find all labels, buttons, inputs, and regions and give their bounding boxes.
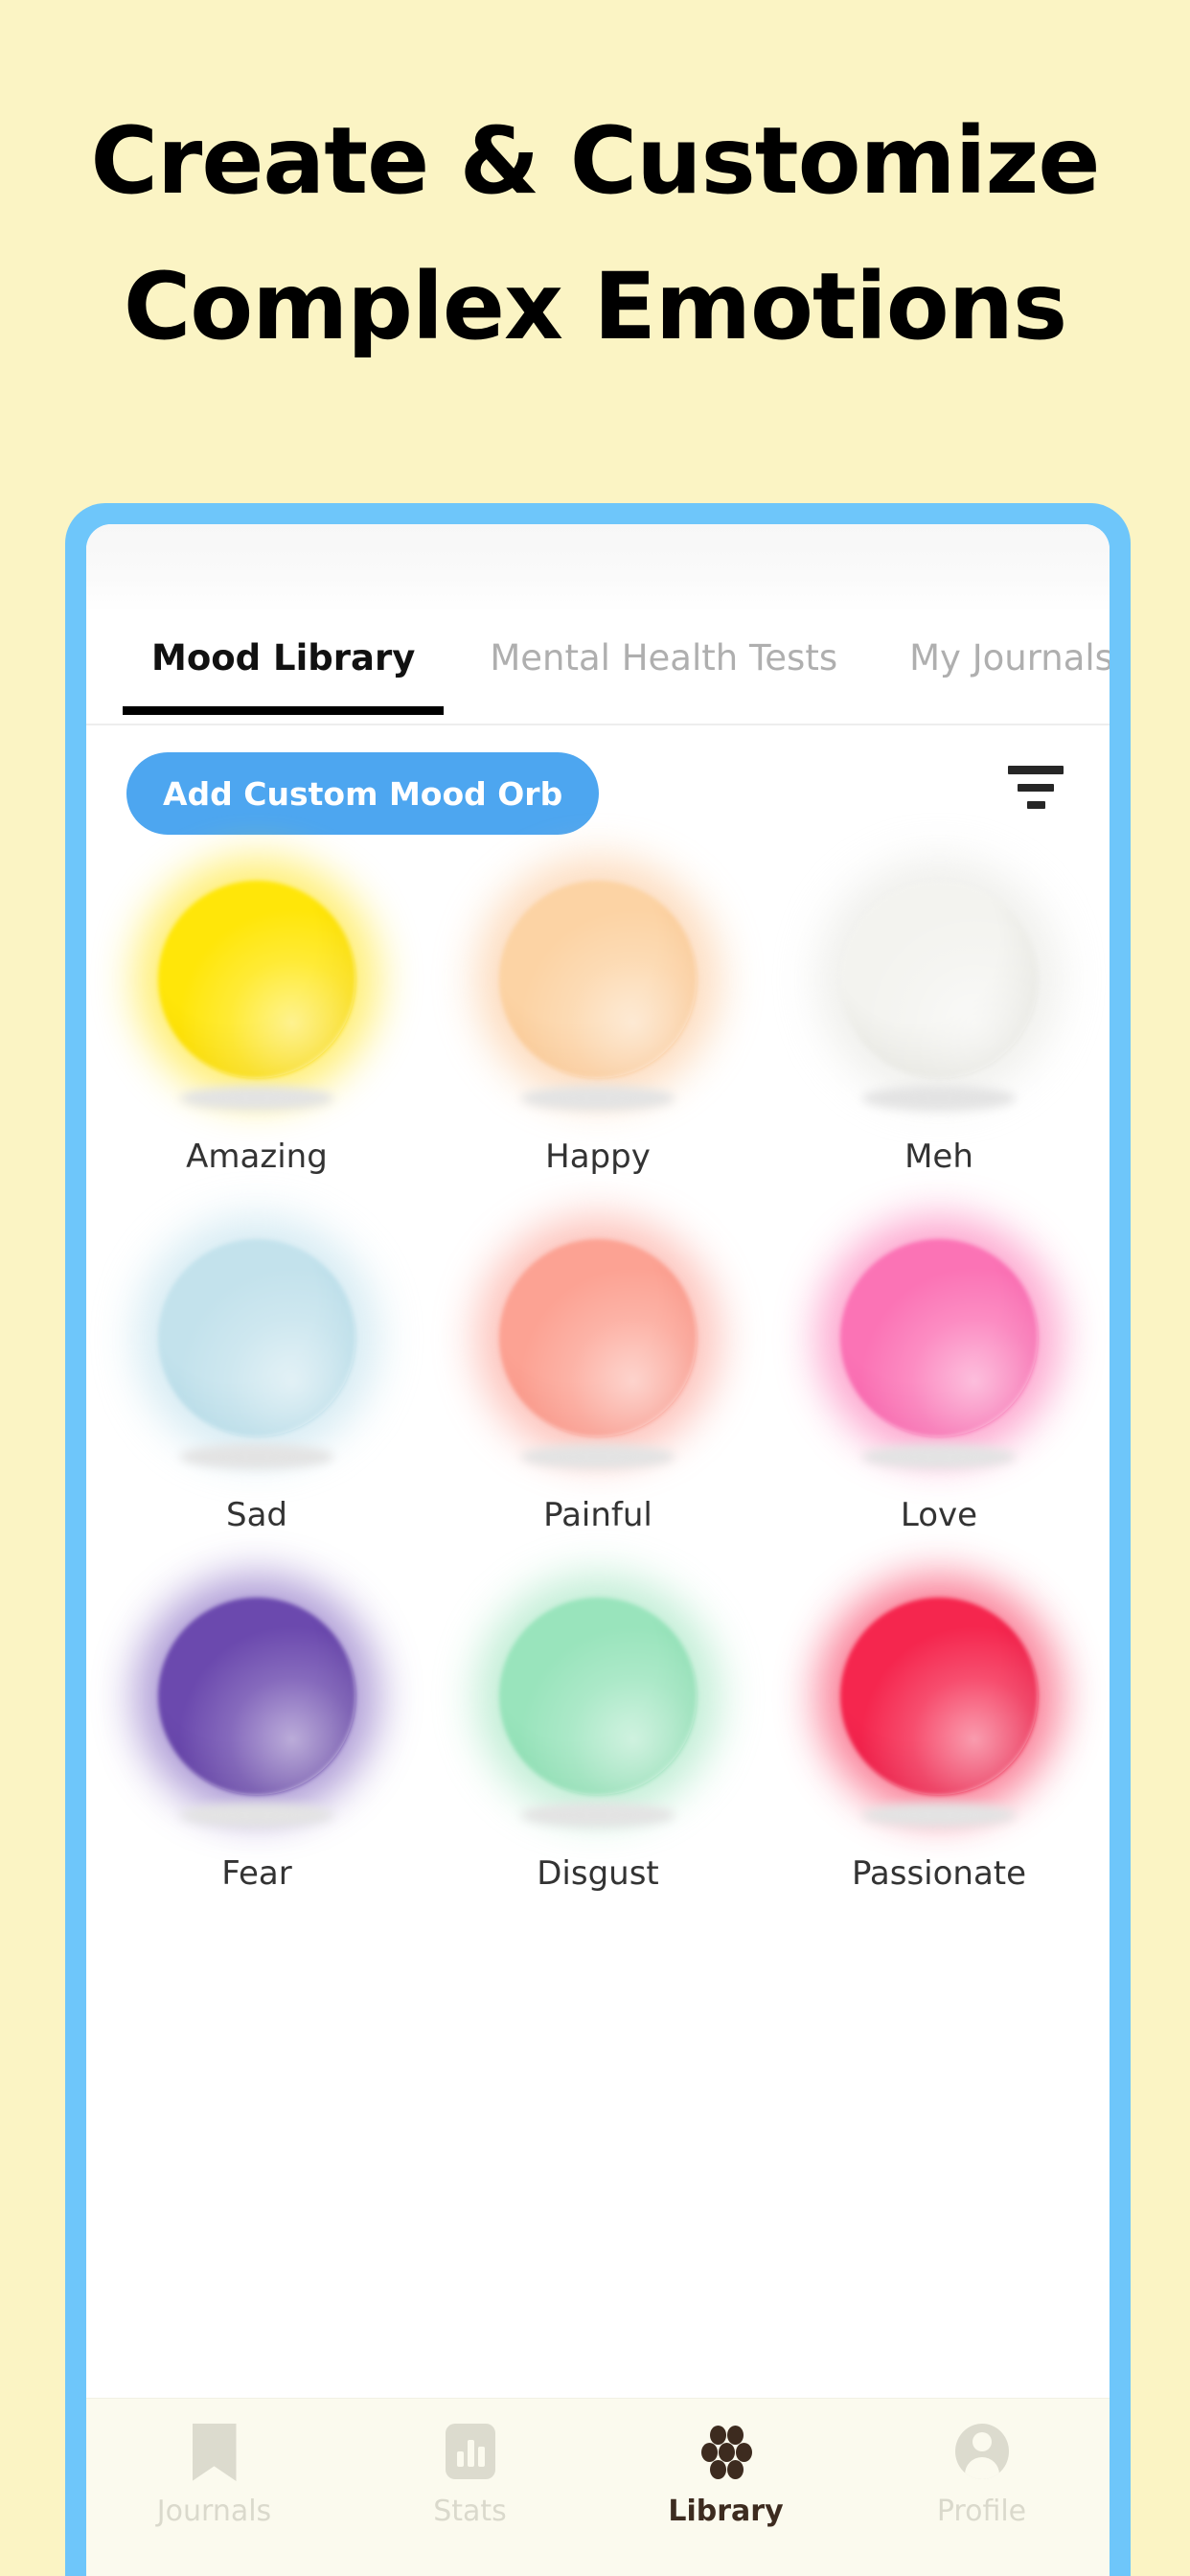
nav-item-stats[interactable]: Stats [342,2424,598,2528]
mood-orb[interactable] [476,1575,720,1828]
mood-orb-label: Meh [904,1138,973,1176]
mood-orb-label: Disgust [537,1854,659,1893]
bar-chart-icon [443,2424,498,2483]
tab-my-journals[interactable]: My Journals [909,612,1110,678]
mood-orb-label: Sad [226,1496,287,1534]
filter-icon[interactable] [1006,766,1065,821]
mood-orb-ball [840,1239,1038,1437]
promo-screenshot: Create & Customize Complex Emotions Mood… [0,0,1190,2576]
honeycomb-dot [718,2443,735,2462]
honeycomb-dot [735,2443,752,2462]
mood-orb-grid: Amazing Happy Meh Sad Painful Love Fear Disgust… [86,858,1110,1937]
add-custom-mood-orb-label: Add Custom Mood Orb [163,774,563,813]
mood-orb-shadow [862,1086,1016,1111]
mood-orb-shadow [521,1444,675,1469]
nav-item-profile-label: Profile [936,2495,1027,2528]
mood-orb-shadow [180,1444,333,1469]
mood-orb-label: Passionate [851,1854,1027,1893]
tab-my-journals-label: My Journals [909,637,1110,678]
mood-orb[interactable] [135,1575,378,1828]
tab-mental-health-tests-label: Mental Health Tests [490,637,838,678]
mood-orb-cell[interactable]: Sad [86,1216,427,1578]
status-bar [86,524,1110,612]
mood-orb-shadow [862,1444,1016,1469]
mood-orb-ball [499,1239,697,1437]
mood-orb-ball [840,1598,1038,1795]
mood-orb-ball [158,881,355,1078]
page-title: Create & Customize Complex Emotions [0,115,1190,353]
mood-orb[interactable] [135,1216,378,1469]
top-tab-bar: Mood Library Mental Health Tests My Jour… [86,612,1110,725]
mood-orb-label: Amazing [186,1138,328,1176]
mood-orb-cell[interactable]: Fear [86,1575,427,1937]
honeycomb-dot [709,2460,726,2479]
mood-orb-shadow [521,1803,675,1828]
nav-item-library-label: Library [668,2495,784,2528]
honeycomb-dot [700,2443,718,2462]
mood-orb[interactable] [817,1216,1061,1469]
mood-orb-ball [158,1239,355,1437]
mood-orb-label: Fear [221,1854,292,1893]
nav-item-journals-label: Journals [156,2495,272,2528]
phone-screen: Mood Library Mental Health Tests My Jour… [86,524,1110,2576]
nav-item-profile[interactable]: Profile [854,2424,1110,2528]
nav-item-journals[interactable]: Journals [86,2424,342,2528]
bottom-navigation-bar: Journals Stats Library Profile [86,2398,1110,2576]
nav-item-stats-label: Stats [433,2495,507,2528]
mood-orb-shadow [862,1803,1016,1828]
mood-orb-cell[interactable]: Love [768,1216,1110,1578]
bookmark-icon [187,2424,242,2483]
mood-orb-label: Painful [543,1496,652,1534]
mood-orb-ball [499,1598,697,1795]
mood-orb-ball [499,881,697,1078]
phone-frame: Mood Library Mental Health Tests My Jour… [65,503,1131,2576]
mood-orb-shadow [180,1803,333,1828]
tab-mental-health-tests[interactable]: Mental Health Tests [490,612,837,678]
mood-orb-cell[interactable]: Passionate [768,1575,1110,1937]
content-toolbar: Add Custom Mood Orb [86,733,1110,858]
mood-orb-cell[interactable]: Happy [427,858,768,1220]
tab-mood-library[interactable]: Mood Library [123,612,445,715]
mood-orb-label: Happy [545,1138,651,1176]
mood-orb-cell[interactable]: Meh [768,858,1110,1220]
mood-orb-cell[interactable]: Painful [427,1216,768,1578]
mood-orb-ball [840,881,1038,1078]
honeycomb-icon [698,2424,754,2483]
tab-mood-library-label: Mood Library [151,637,416,678]
filter-bar-top [1008,766,1064,774]
mood-orb-ball [158,1598,355,1795]
mood-orb-shadow [180,1086,333,1111]
mood-orb[interactable] [476,1216,720,1469]
mood-orb[interactable] [476,858,720,1111]
honeycomb-dot [709,2426,726,2445]
active-tab-indicator [123,706,445,715]
mood-orb-shadow [521,1086,675,1111]
mood-orb-cell[interactable]: Disgust [427,1575,768,1937]
mood-orb-label: Love [900,1496,978,1534]
filter-bar-middle [1018,784,1054,792]
honeycomb-dot [726,2460,744,2479]
headline-line-2: Complex Emotions [123,253,1067,360]
nav-item-library[interactable]: Library [598,2424,854,2528]
mood-orb-cell[interactable]: Amazing [86,858,427,1220]
honeycomb-dot [726,2426,744,2445]
mood-orb[interactable] [817,858,1061,1111]
add-custom-mood-orb-button[interactable]: Add Custom Mood Orb [126,752,600,835]
mood-orb[interactable] [817,1575,1061,1828]
person-icon [954,2424,1010,2483]
filter-bar-bottom [1026,801,1045,809]
mood-orb[interactable] [135,858,378,1111]
headline-line-1: Create & Customize [90,107,1101,215]
